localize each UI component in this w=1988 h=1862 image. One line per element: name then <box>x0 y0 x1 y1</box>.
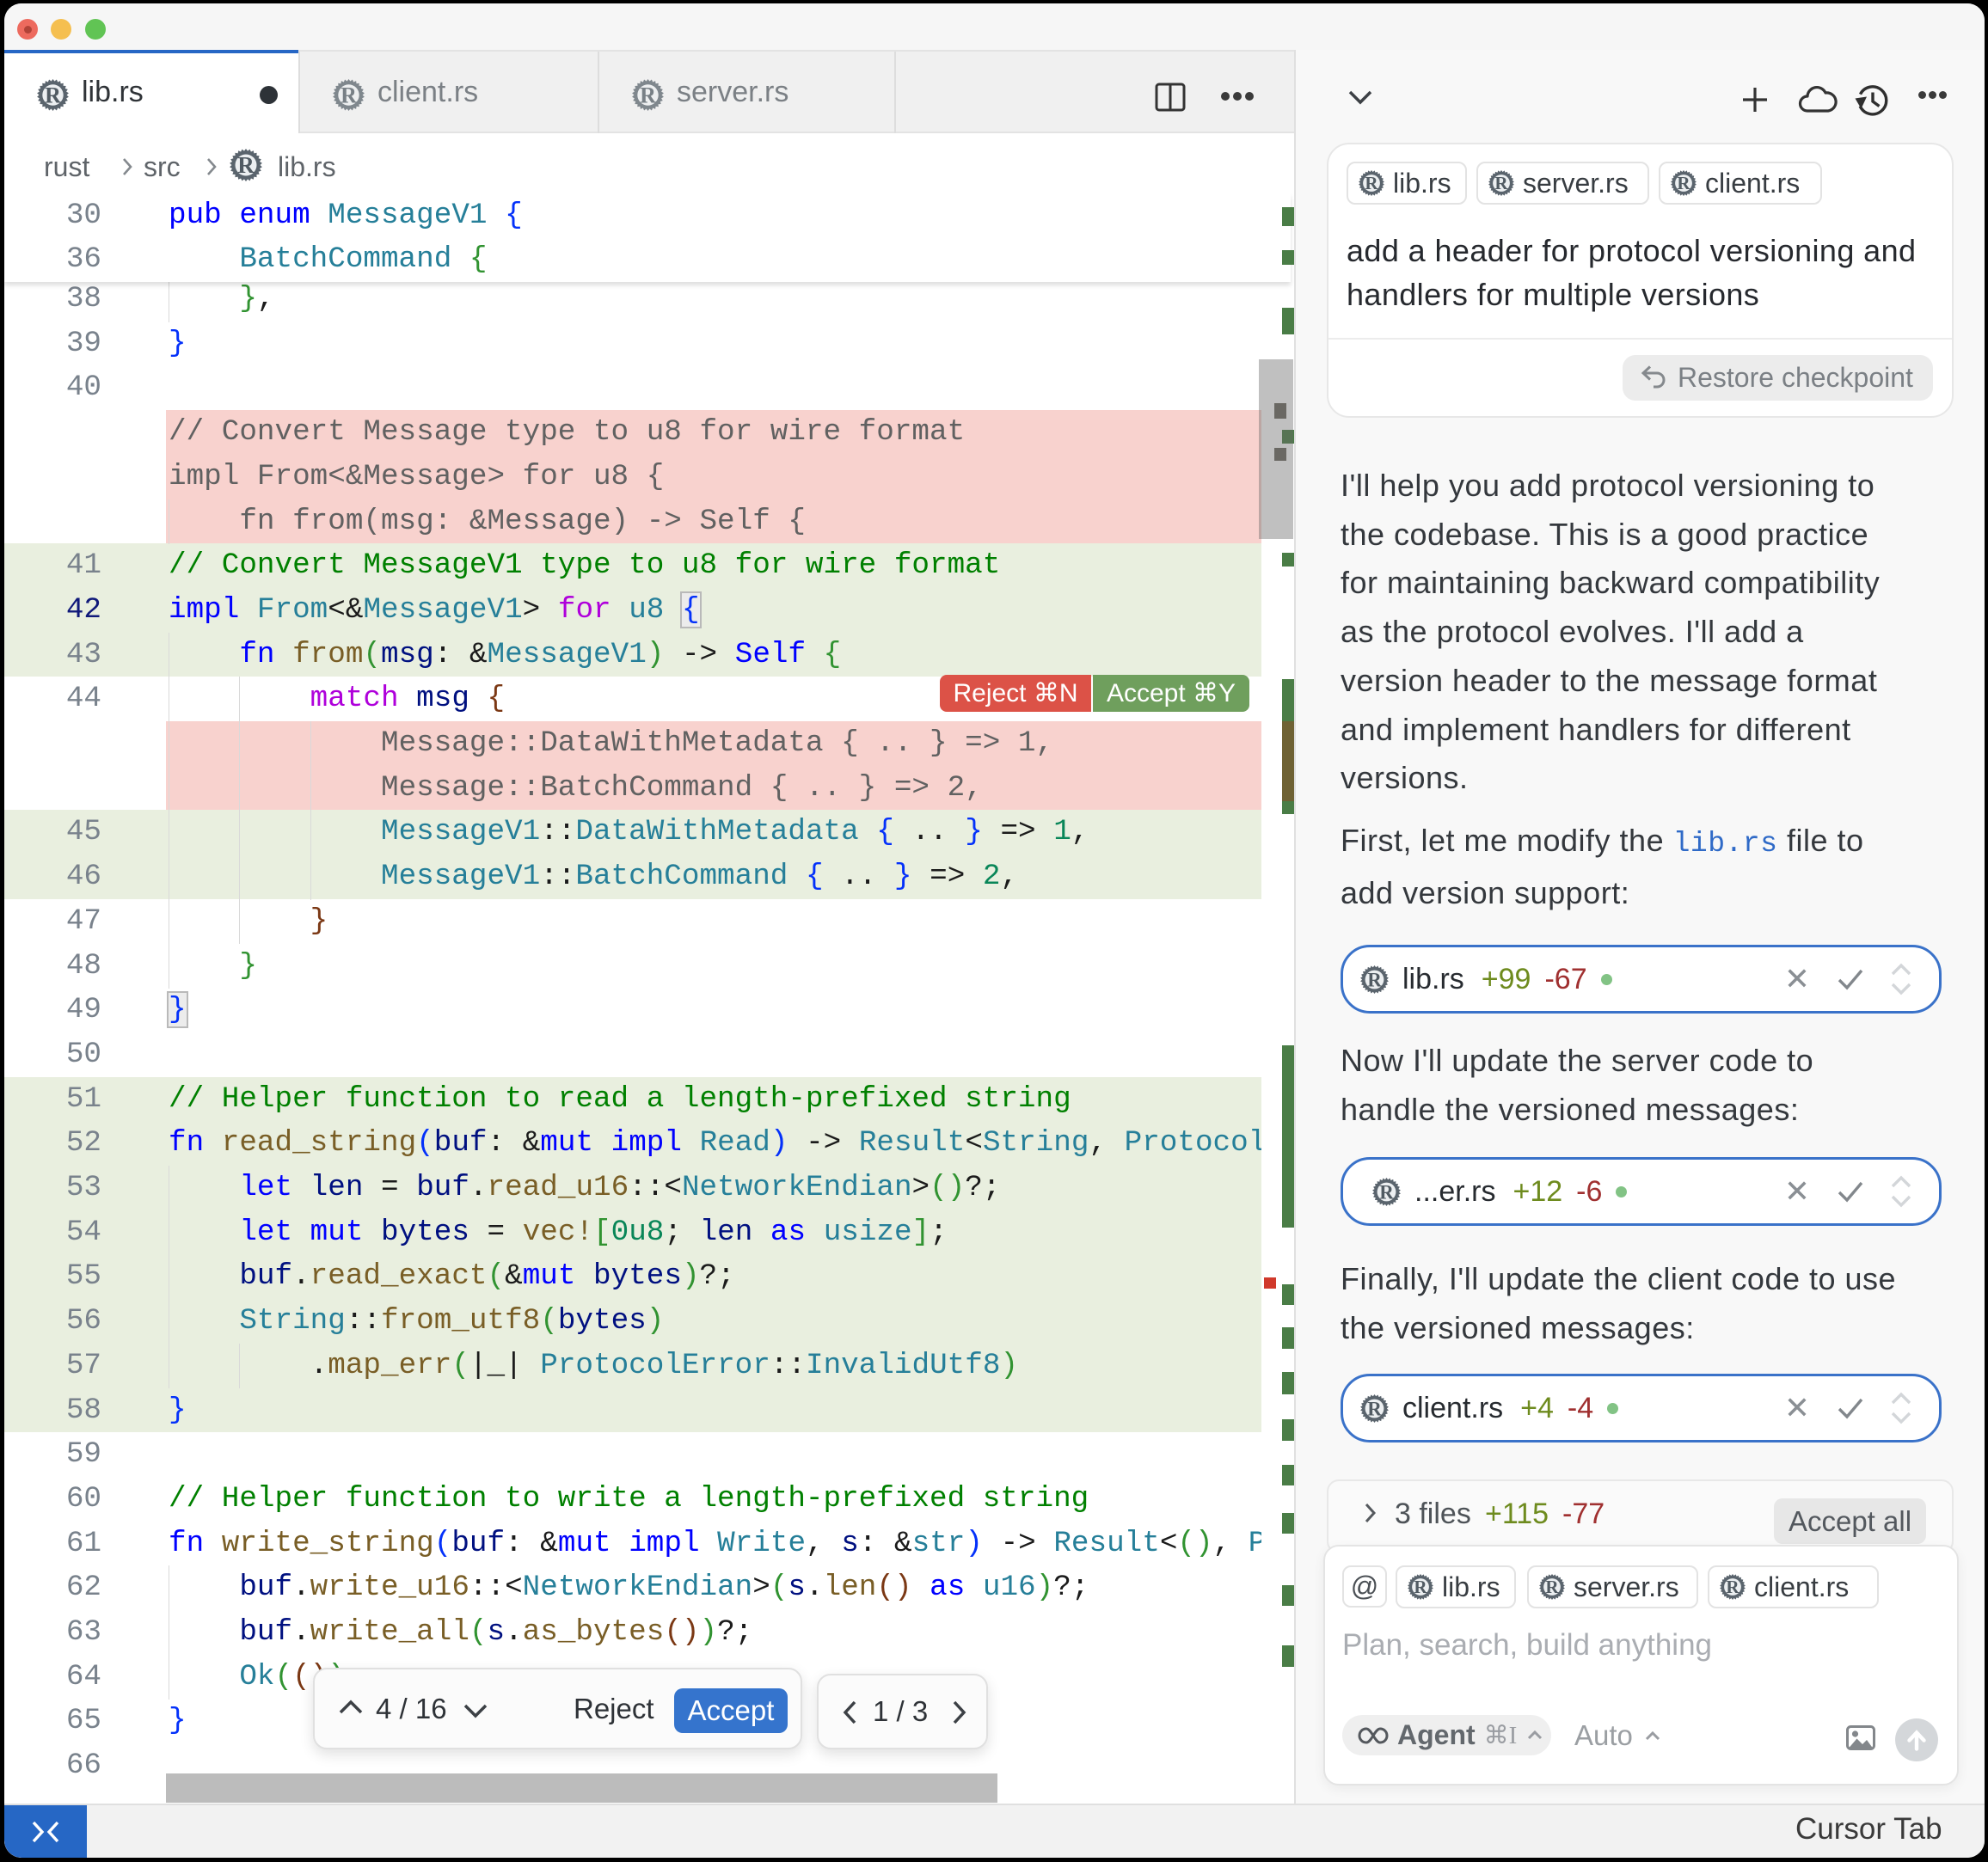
svg-text:R: R <box>1414 1577 1427 1597</box>
svg-text:R: R <box>1367 1398 1382 1419</box>
svg-text:R: R <box>45 83 61 107</box>
svg-text:R: R <box>1545 1577 1559 1597</box>
svg-text:R: R <box>1726 1577 1740 1597</box>
svg-text:R: R <box>237 152 255 178</box>
svg-text:R: R <box>341 83 357 107</box>
svg-text:R: R <box>1677 173 1690 193</box>
svg-text:R: R <box>1367 969 1382 990</box>
svg-text:R: R <box>1379 1181 1394 1203</box>
svg-text:R: R <box>1365 173 1378 193</box>
svg-text:R: R <box>1494 173 1508 193</box>
svg-text:R: R <box>640 83 656 107</box>
